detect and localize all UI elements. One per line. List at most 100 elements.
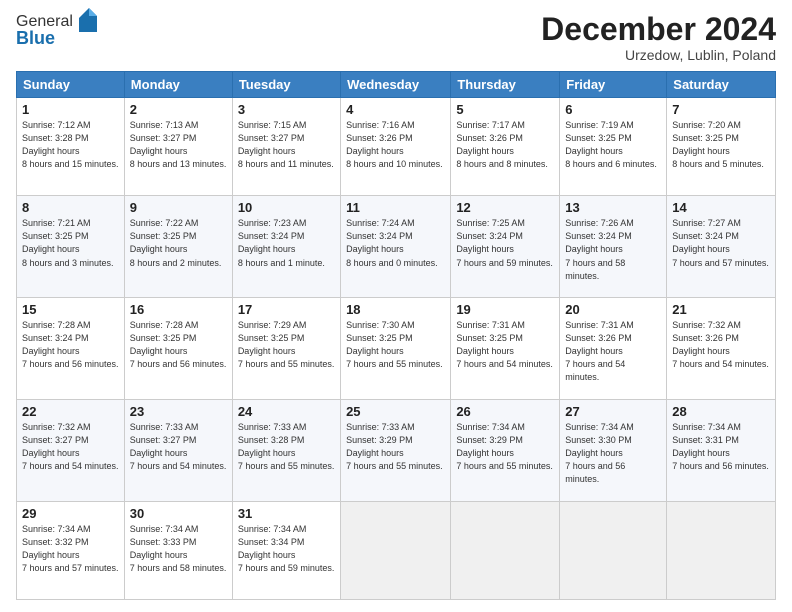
day-info: Sunrise: 7:27 AMSunset: 3:24 PMDaylight … (672, 217, 770, 269)
day-cell: 27 Sunrise: 7:34 AMSunset: 3:30 PMDayligh… (560, 399, 667, 501)
day-number: 7 (672, 102, 770, 117)
day-info: Sunrise: 7:19 AMSunset: 3:25 PMDaylight … (565, 119, 661, 171)
day-number: 1 (22, 102, 119, 117)
day-cell: 3 Sunrise: 7:15 AMSunset: 3:27 PMDaylight… (232, 98, 340, 196)
day-number: 21 (672, 302, 770, 317)
weekday-header-thursday: Thursday (451, 72, 560, 98)
day-number: 26 (456, 404, 554, 419)
day-number: 16 (130, 302, 227, 317)
week-row-5: 29Sunrise: 7:34 AMSunset: 3:32 PMDayligh… (17, 501, 776, 599)
day-number: 13 (565, 200, 661, 215)
day-info: Sunrise: 7:34 AMSunset: 3:33 PMDaylight … (130, 523, 227, 575)
day-info: Sunrise: 7:34 AMSunset: 3:30 PMDaylight … (565, 421, 661, 486)
day-info: Sunrise: 7:24 AMSunset: 3:24 PMDaylight … (346, 217, 445, 269)
header: General Blue December 2024 Urzedow, Lubl… (16, 12, 776, 63)
day-info: Sunrise: 7:33 AMSunset: 3:27 PMDaylight … (130, 421, 227, 473)
day-info: Sunrise: 7:31 AMSunset: 3:26 PMDaylight … (565, 319, 661, 384)
week-row-4: 22Sunrise: 7:32 AMSunset: 3:27 PMDayligh… (17, 399, 776, 501)
logo: General Blue (16, 12, 97, 49)
day-cell: 13 Sunrise: 7:26 AMSunset: 3:24 PMDayligh… (560, 196, 667, 298)
day-info: Sunrise: 7:26 AMSunset: 3:24 PMDaylight … (565, 217, 661, 282)
day-cell: 11 Sunrise: 7:24 AMSunset: 3:24 PMDayligh… (341, 196, 451, 298)
week-row-3: 15 Sunrise: 7:28 AMSunset: 3:24 PMDayligh… (17, 298, 776, 400)
day-number: 30 (130, 506, 227, 521)
day-cell: 23 Sunrise: 7:33 AMSunset: 3:27 PMDayligh… (124, 399, 232, 501)
day-cell: 24 Sunrise: 7:33 AMSunset: 3:28 PMDayligh… (232, 399, 340, 501)
day-cell (667, 501, 776, 599)
calendar-table: SundayMondayTuesdayWednesdayThursdayFrid… (16, 71, 776, 600)
day-number: 10 (238, 200, 335, 215)
day-info: Sunrise: 7:30 AMSunset: 3:25 PMDaylight … (346, 319, 445, 371)
day-cell: 2Sunrise: 7:13 AMSunset: 3:27 PMDaylight… (124, 98, 232, 196)
day-info: Sunrise: 7:33 AMSunset: 3:28 PMDaylight … (238, 421, 335, 473)
day-info: Sunrise: 7:34 AMSunset: 3:29 PMDaylight … (456, 421, 554, 473)
weekday-header-wednesday: Wednesday (341, 72, 451, 98)
day-cell: 4 Sunrise: 7:16 AMSunset: 3:26 PMDaylight… (341, 98, 451, 196)
day-info: Sunrise: 7:34 AMSunset: 3:34 PMDaylight … (238, 523, 335, 575)
day-cell: 12Sunrise: 7:25 AMSunset: 3:24 PMDayligh… (451, 196, 560, 298)
day-number: 17 (238, 302, 335, 317)
day-cell (341, 501, 451, 599)
day-number: 11 (346, 200, 445, 215)
day-cell: 18 Sunrise: 7:30 AMSunset: 3:25 PMDayligh… (341, 298, 451, 400)
day-info: Sunrise: 7:22 AMSunset: 3:25 PMDaylight … (130, 217, 227, 269)
day-cell (560, 501, 667, 599)
day-number: 27 (565, 404, 661, 419)
logo-icon (75, 6, 97, 32)
weekday-header-sunday: Sunday (17, 72, 125, 98)
day-cell: 15 Sunrise: 7:28 AMSunset: 3:24 PMDayligh… (17, 298, 125, 400)
location: Urzedow, Lublin, Poland (541, 47, 776, 63)
day-info: Sunrise: 7:28 AMSunset: 3:25 PMDaylight … (130, 319, 227, 371)
weekday-header-friday: Friday (560, 72, 667, 98)
day-number: 8 (22, 200, 119, 215)
day-cell: 20 Sunrise: 7:31 AMSunset: 3:26 PMDayligh… (560, 298, 667, 400)
day-cell: 14Sunrise: 7:27 AMSunset: 3:24 PMDayligh… (667, 196, 776, 298)
day-number: 19 (456, 302, 554, 317)
day-info: Sunrise: 7:31 AMSunset: 3:25 PMDaylight … (456, 319, 554, 371)
day-info: Sunrise: 7:16 AMSunset: 3:26 PMDaylight … (346, 119, 445, 171)
day-number: 3 (238, 102, 335, 117)
day-cell: 25Sunrise: 7:33 AMSunset: 3:29 PMDayligh… (341, 399, 451, 501)
day-cell: 5 Sunrise: 7:17 AMSunset: 3:26 PMDaylight… (451, 98, 560, 196)
week-row-1: 1Sunrise: 7:12 AMSunset: 3:28 PMDaylight… (17, 98, 776, 196)
month-title: December 2024 (541, 12, 776, 47)
day-cell: 28 Sunrise: 7:34 AMSunset: 3:31 PMDayligh… (667, 399, 776, 501)
day-cell: 7Sunrise: 7:20 AMSunset: 3:25 PMDaylight… (667, 98, 776, 196)
day-number: 9 (130, 200, 227, 215)
day-info: Sunrise: 7:15 AMSunset: 3:27 PMDaylight … (238, 119, 335, 171)
day-info: Sunrise: 7:17 AMSunset: 3:26 PMDaylight … (456, 119, 554, 171)
day-cell: 8 Sunrise: 7:21 AMSunset: 3:25 PMDaylight… (17, 196, 125, 298)
day-info: Sunrise: 7:13 AMSunset: 3:27 PMDaylight … (130, 119, 227, 171)
day-number: 4 (346, 102, 445, 117)
day-info: Sunrise: 7:21 AMSunset: 3:25 PMDaylight … (22, 217, 119, 269)
weekday-header-row: SundayMondayTuesdayWednesdayThursdayFrid… (17, 72, 776, 98)
day-cell (451, 501, 560, 599)
day-cell: 17Sunrise: 7:29 AMSunset: 3:25 PMDayligh… (232, 298, 340, 400)
day-cell: 10 Sunrise: 7:23 AMSunset: 3:24 PMDayligh… (232, 196, 340, 298)
day-cell: 6Sunrise: 7:19 AMSunset: 3:25 PMDaylight… (560, 98, 667, 196)
day-number: 23 (130, 404, 227, 419)
day-number: 15 (22, 302, 119, 317)
day-info: Sunrise: 7:33 AMSunset: 3:29 PMDaylight … (346, 421, 445, 473)
day-number: 28 (672, 404, 770, 419)
day-cell: 31Sunrise: 7:34 AMSunset: 3:34 PMDayligh… (232, 501, 340, 599)
day-cell: 22Sunrise: 7:32 AMSunset: 3:27 PMDayligh… (17, 399, 125, 501)
day-cell: 19 Sunrise: 7:31 AMSunset: 3:25 PMDayligh… (451, 298, 560, 400)
day-info: Sunrise: 7:28 AMSunset: 3:24 PMDaylight … (22, 319, 119, 371)
weekday-header-tuesday: Tuesday (232, 72, 340, 98)
day-info: Sunrise: 7:34 AMSunset: 3:31 PMDaylight … (672, 421, 770, 473)
day-cell: 29Sunrise: 7:34 AMSunset: 3:32 PMDayligh… (17, 501, 125, 599)
day-cell: 21Sunrise: 7:32 AMSunset: 3:26 PMDayligh… (667, 298, 776, 400)
day-cell: 1Sunrise: 7:12 AMSunset: 3:28 PMDaylight… (17, 98, 125, 196)
day-number: 22 (22, 404, 119, 419)
weekday-header-saturday: Saturday (667, 72, 776, 98)
day-number: 20 (565, 302, 661, 317)
day-info: Sunrise: 7:34 AMSunset: 3:32 PMDaylight … (22, 523, 119, 575)
day-info: Sunrise: 7:23 AMSunset: 3:24 PMDaylight … (238, 217, 335, 269)
day-number: 5 (456, 102, 554, 117)
day-cell: 26 Sunrise: 7:34 AMSunset: 3:29 PMDayligh… (451, 399, 560, 501)
day-cell: 9 Sunrise: 7:22 AMSunset: 3:25 PMDaylight… (124, 196, 232, 298)
day-number: 24 (238, 404, 335, 419)
weekday-header-monday: Monday (124, 72, 232, 98)
day-number: 18 (346, 302, 445, 317)
